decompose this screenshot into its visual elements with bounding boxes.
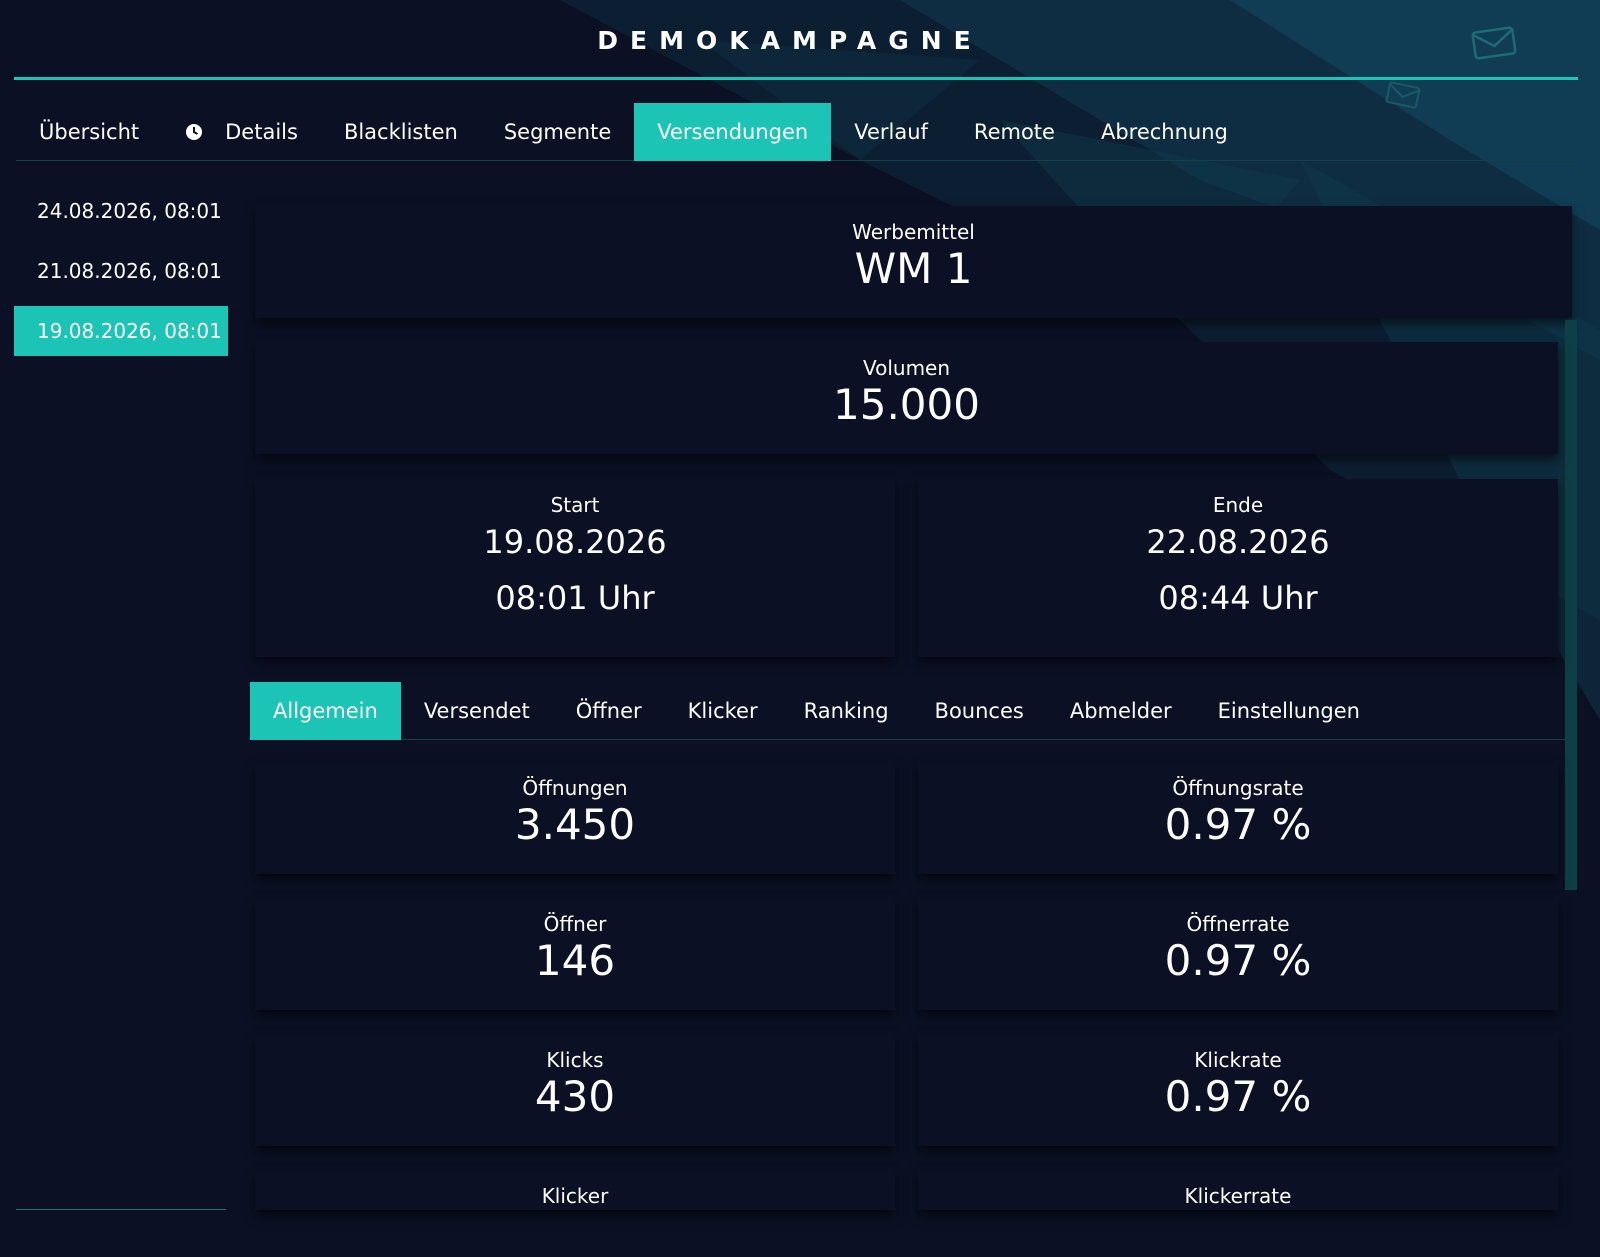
list-item-selected[interactable]: 19.08.2026, 08:01 (14, 306, 228, 356)
oeffnungsrate-value: 0.97 % (1164, 800, 1312, 849)
start-date: 19.08.2026 (483, 523, 667, 561)
dispatch-date-list: 24.08.2026, 08:01 21.08.2026, 08:01 19.0… (14, 186, 228, 366)
start-label: Start (550, 493, 600, 517)
ende-card: Ende 22.08.2026 08:44 Uhr (918, 479, 1558, 657)
klickerrate-card: Klickerrate (918, 1170, 1558, 1210)
oeffnungsrate-card: Öffnungsrate 0.97 % (918, 762, 1558, 874)
oeffnungsrate-label: Öffnungsrate (1172, 776, 1304, 800)
oeffner-label: Öffner (543, 912, 607, 936)
tab-label: Versendungen (657, 120, 809, 144)
oeffnerrate-card: Öffnerrate 0.97 % (918, 898, 1558, 1010)
tab-details[interactable]: Details (162, 103, 321, 161)
ende-date: 22.08.2026 (1146, 523, 1330, 561)
tab-einstellungen[interactable]: Einstellungen (1195, 682, 1383, 740)
main-tabs: Übersicht Details Blacklisten Segmente V… (16, 103, 1576, 161)
klicks-card: Klicks 430 (255, 1034, 895, 1146)
oeffnerrate-label: Öffnerrate (1186, 912, 1290, 936)
sidebar-divider (16, 1209, 226, 1210)
tab-uebersicht[interactable]: Übersicht (16, 103, 162, 161)
oeffner-value: 146 (534, 936, 616, 985)
klickrate-value: 0.97 % (1164, 1072, 1312, 1121)
tab-segmente[interactable]: Segmente (481, 103, 634, 161)
tab-abrechnung[interactable]: Abrechnung (1078, 103, 1251, 161)
werbemittel-label: Werbemittel (852, 220, 975, 244)
tab-label: Übersicht (39, 120, 140, 144)
tab-versendet[interactable]: Versendet (401, 682, 553, 740)
scrollbar[interactable] (1565, 320, 1577, 890)
oeffnungen-value: 3.450 (514, 800, 636, 849)
page-title: DEMOKAMPAGNE (597, 26, 983, 55)
klicks-value: 430 (534, 1072, 616, 1121)
klickrate-label: Klickrate (1194, 1048, 1282, 1072)
klicker-card: Klicker (255, 1170, 895, 1210)
oeffnungen-label: Öffnungen (522, 776, 628, 800)
klicker-label: Klicker (541, 1184, 609, 1208)
tab-verlauf[interactable]: Verlauf (831, 103, 951, 161)
sub-tabs: Allgemein Versendet Öffner Klicker Ranki… (250, 682, 1565, 740)
tab-label: Remote (973, 120, 1055, 144)
oeffner-card: Öffner 146 (255, 898, 895, 1010)
tab-versendungen[interactable]: Versendungen (634, 103, 832, 161)
mail-icon (1470, 24, 1518, 66)
volumen-card: Volumen 15.000 (255, 342, 1558, 454)
tab-label: Blacklisten (343, 120, 458, 144)
tab-label: Details (225, 120, 298, 144)
klicks-label: Klicks (546, 1048, 604, 1072)
tab-remote[interactable]: Remote (951, 103, 1078, 161)
start-card: Start 19.08.2026 08:01 Uhr (255, 479, 895, 657)
werbemittel-card: Werbemittel WM 1 (255, 206, 1572, 318)
list-item[interactable]: 21.08.2026, 08:01 (14, 246, 228, 296)
tab-klicker[interactable]: Klicker (665, 682, 781, 740)
start-time: 08:01 Uhr (495, 579, 655, 617)
tab-allgemein[interactable]: Allgemein (250, 682, 401, 740)
clock-icon (185, 123, 203, 141)
tab-blacklisten[interactable]: Blacklisten (321, 103, 481, 161)
tab-oeffner[interactable]: Öffner (553, 682, 665, 740)
tab-abmelder[interactable]: Abmelder (1047, 682, 1195, 740)
tab-label: Segmente (503, 120, 612, 144)
oeffnungen-card: Öffnungen 3.450 (255, 762, 895, 874)
ende-time: 08:44 Uhr (1158, 579, 1318, 617)
volumen-label: Volumen (862, 356, 951, 380)
volumen-value: 15.000 (833, 380, 980, 429)
tab-label: Abrechnung (1100, 120, 1228, 144)
page: DEMOKAMPAGNE Übersicht Details Blacklist… (0, 0, 1600, 1257)
header-divider (14, 77, 1578, 80)
tab-bounces[interactable]: Bounces (912, 682, 1047, 740)
tab-ranking[interactable]: Ranking (781, 682, 912, 740)
werbemittel-value: WM 1 (854, 244, 973, 293)
list-item[interactable]: 24.08.2026, 08:01 (14, 186, 228, 236)
klickerrate-label: Klickerrate (1184, 1184, 1292, 1208)
tab-label: Verlauf (854, 120, 928, 144)
ende-label: Ende (1212, 493, 1264, 517)
klickrate-card: Klickrate 0.97 % (918, 1034, 1558, 1146)
oeffnerrate-value: 0.97 % (1164, 936, 1312, 985)
